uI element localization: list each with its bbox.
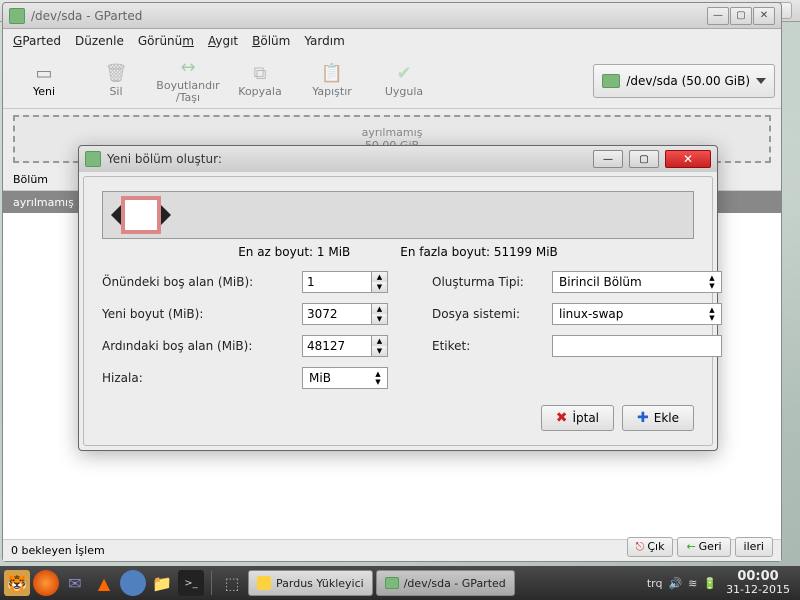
file-icon: ▭ (32, 62, 56, 84)
copy-icon: ⧉ (248, 62, 272, 84)
show-desktop-icon[interactable]: ⬚ (219, 570, 245, 596)
apply-button[interactable]: ✔Uygula (369, 56, 439, 106)
forward-button[interactable]: ileri (735, 537, 773, 557)
back-icon: ← (686, 540, 695, 553)
max-size-label: En fazla boyut: 51199 MiB (400, 245, 558, 259)
new-partition-dialog: Yeni bölüm oluştur: — ▢ ✕ En az boyut: 1… (78, 145, 718, 451)
filesystem-label: Dosya sistemi: (432, 307, 552, 321)
spin-up[interactable]: ▲ (372, 304, 387, 314)
cancel-button[interactable]: ✖İptal (541, 405, 614, 431)
volume-icon[interactable]: 🔊 (668, 577, 682, 590)
dialog-title: Yeni bölüm oluştur: (107, 152, 587, 166)
menu-gparted[interactable]: GGPartedParted (13, 34, 61, 48)
new-size-input[interactable] (302, 303, 372, 325)
quit-icon: ⎋ (636, 540, 645, 554)
menu-help[interactable]: Yardım (304, 34, 344, 48)
titlebar[interactable]: /dev/sda - GParted — ▢ ✕ (3, 3, 781, 29)
etiket-label: Etiket: (432, 339, 552, 353)
battery-icon[interactable]: 🔋 (703, 577, 717, 590)
chevron-down-icon (756, 78, 766, 84)
minimize-button[interactable]: — (707, 7, 729, 25)
folder-icon[interactable]: 📁 (149, 570, 175, 596)
paste-icon: 📋 (320, 62, 344, 84)
maximize-button[interactable]: ▢ (730, 7, 752, 25)
device-label: /dev/sda (50.00 GiB) (626, 74, 750, 88)
window-title: /dev/sda - GParted (31, 9, 701, 23)
menu-edit[interactable]: Düzenle (75, 34, 124, 48)
device-selector[interactable]: /dev/sda (50.00 GiB) (593, 64, 775, 98)
copy-button[interactable]: ⧉Kopyala (225, 56, 295, 106)
trash-icon: 🗑 (104, 62, 128, 84)
system-tray: trq 🔊 ≋ 🔋 (647, 577, 717, 590)
taskbar-item-gparted[interactable]: /dev/sda - GParted (376, 570, 515, 596)
paste-button[interactable]: 📋Yapıştır (297, 56, 367, 106)
spin-down[interactable]: ▼ (372, 282, 387, 292)
back-button[interactable]: ←Geri (677, 537, 730, 557)
mail-icon[interactable]: ✉ (62, 570, 88, 596)
size-label: Yeni boyut (MiB): (102, 307, 302, 321)
filesystem-combo[interactable]: linux-swap▲▼ (552, 303, 722, 325)
check-icon: ✔ (392, 62, 416, 84)
create-as-label: Oluşturma Tipi: (432, 275, 552, 289)
align-combo[interactable]: MiB▲▼ (302, 367, 388, 389)
taskbar-item-installer[interactable]: Pardus Yükleyici (248, 570, 373, 596)
clock[interactable]: 00:00 31-12-2015 (720, 570, 796, 596)
free-before-input[interactable] (302, 271, 372, 293)
quit-button[interactable]: ⎋Çık (627, 537, 674, 557)
new-button[interactable]: ▭Yeni (9, 56, 79, 106)
resize-icon: ↔ (176, 57, 200, 79)
delete-button[interactable]: 🗑Sil (81, 56, 151, 106)
clock-time: 00:00 (726, 570, 790, 584)
resize-handle-left-icon[interactable] (111, 205, 121, 225)
align-label: Hizala: (102, 371, 302, 385)
unallocated-label: ayrılmamış (362, 126, 423, 139)
dialog-maximize-button[interactable]: ▢ (629, 150, 659, 168)
disk-icon (385, 577, 399, 589)
installer-icon (257, 576, 271, 590)
close-button[interactable]: ✕ (753, 7, 775, 25)
disk-icon (602, 74, 620, 88)
partition-preview[interactable] (102, 191, 694, 239)
after-label: Ardındaki boş alan (MiB): (102, 339, 302, 353)
menu-device[interactable]: Aygıt (208, 34, 238, 48)
toolbar: ▭Yeni 🗑Sil ↔Boyutlandır /Taşı ⧉Kopyala 📋… (3, 53, 781, 109)
vlc-icon[interactable]: ▲ (91, 570, 117, 596)
menu-partition[interactable]: Bölüm (252, 34, 290, 48)
spin-up[interactable]: ▲ (372, 336, 387, 346)
terminal-icon[interactable]: >_ (178, 570, 204, 596)
app-icon (9, 8, 25, 24)
menubar: GGPartedParted Düzenle Görünüm Aygıt Böl… (3, 29, 781, 53)
statusbar: 0 bekleyen İşlem ⎋Çık ←Geri ileri (3, 539, 781, 561)
create-as-combo[interactable]: Birincil Bölüm▲▼ (552, 271, 722, 293)
menu-view[interactable]: Görünüm (138, 34, 194, 48)
add-button[interactable]: ✚Ekle (622, 405, 694, 431)
keyboard-layout-indicator[interactable]: trq (647, 577, 663, 590)
resize-button[interactable]: ↔Boyutlandır /Taşı (153, 56, 223, 106)
resize-handle-right-icon[interactable] (161, 205, 171, 225)
add-icon: ✚ (637, 410, 649, 426)
label-input[interactable] (552, 335, 722, 357)
spin-down[interactable]: ▼ (372, 346, 387, 356)
app-icon (85, 151, 101, 167)
app-icon[interactable] (120, 570, 146, 596)
dialog-titlebar[interactable]: Yeni bölüm oluştur: — ▢ ✕ (79, 146, 717, 172)
spin-up[interactable]: ▲ (372, 272, 387, 282)
dialog-close-button[interactable]: ✕ (665, 150, 711, 168)
clock-date: 31-12-2015 (726, 584, 790, 596)
taskbar: 🐯 ✉ ▲ 📁 >_ ⬚ Pardus Yükleyici /dev/sda -… (0, 566, 800, 600)
dialog-minimize-button[interactable]: — (593, 150, 623, 168)
network-icon[interactable]: ≋ (688, 577, 697, 590)
partition-block[interactable] (121, 196, 161, 234)
min-size-label: En az boyut: 1 MiB (238, 245, 350, 259)
free-after-input[interactable] (302, 335, 372, 357)
spin-down[interactable]: ▼ (372, 314, 387, 324)
pending-operations: 0 bekleyen İşlem (11, 544, 105, 557)
firefox-icon[interactable] (33, 570, 59, 596)
before-label: Önündeki boş alan (MiB): (102, 275, 302, 289)
cancel-icon: ✖ (556, 410, 568, 426)
start-menu-icon[interactable]: 🐯 (4, 570, 30, 596)
